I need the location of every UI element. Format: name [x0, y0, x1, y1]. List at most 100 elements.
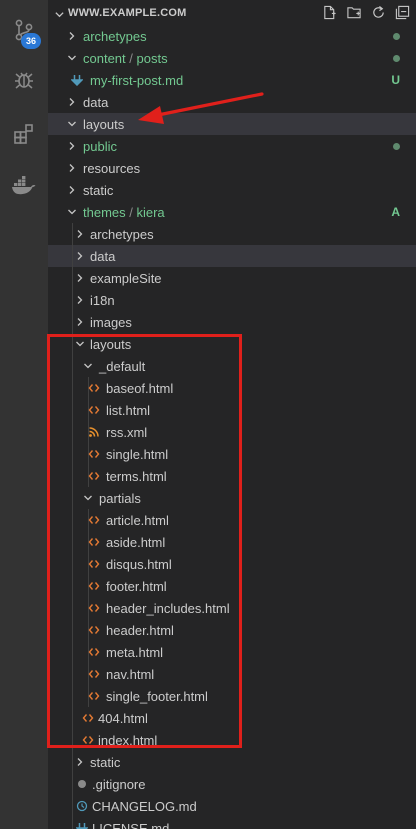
chevron-down-icon[interactable]	[74, 338, 86, 350]
folder-row[interactable]: resources	[48, 157, 416, 179]
file-row[interactable]: article.html	[48, 509, 416, 531]
folder-row[interactable]: images	[48, 311, 416, 333]
chevron-right-icon[interactable]	[66, 30, 78, 42]
folder-row[interactable]: archetypes	[48, 25, 416, 47]
folder-label: partials	[99, 491, 141, 506]
chevron-down-icon[interactable]	[54, 7, 65, 25]
indent-guide	[72, 751, 73, 773]
folder-row[interactable]: exampleSite	[48, 267, 416, 289]
folder-row[interactable]: layouts	[48, 113, 416, 135]
extensions-icon[interactable]	[0, 110, 48, 158]
indent-guide	[72, 619, 73, 641]
indent-guide	[72, 663, 73, 685]
indent-guide	[72, 641, 73, 663]
folder-row[interactable]: i18n	[48, 289, 416, 311]
new-file-icon[interactable]	[322, 5, 337, 20]
indent-guide	[72, 311, 73, 333]
chevron-right-icon[interactable]	[74, 272, 86, 284]
tree-item-name: content	[83, 51, 126, 66]
tree-item-name: aside.html	[106, 535, 166, 550]
chevron-right-icon[interactable]	[74, 294, 86, 306]
explorer-header[interactable]: WWW.EXAMPLE.COM	[48, 0, 416, 26]
html-file-icon	[88, 558, 100, 570]
folder-row[interactable]: _default	[48, 355, 416, 377]
chevron-right-icon[interactable]	[74, 250, 86, 262]
indent-guide	[72, 223, 73, 245]
indent-guide	[72, 377, 73, 399]
folder-label: layouts	[90, 337, 131, 352]
indent-guide	[72, 509, 73, 531]
file-row[interactable]: single_footer.html	[48, 685, 416, 707]
new-folder-icon[interactable]	[346, 5, 362, 20]
file-row[interactable]: my-first-post.md U	[48, 69, 416, 91]
chevron-right-icon[interactable]	[66, 162, 78, 174]
folder-row[interactable]: data	[48, 91, 416, 113]
file-row[interactable]: single.html	[48, 443, 416, 465]
indent-guide	[72, 575, 73, 597]
file-row[interactable]: list.html	[48, 399, 416, 421]
tree-item-name: static	[90, 755, 121, 770]
folder-label: static	[90, 755, 120, 770]
folder-row[interactable]: data	[48, 245, 416, 267]
chevron-right-icon[interactable]	[74, 756, 86, 768]
tree-item-name: article.html	[106, 513, 169, 528]
file-row[interactable]: rss.xml	[48, 421, 416, 443]
chevron-down-icon[interactable]	[66, 206, 78, 218]
chevron-right-icon[interactable]	[74, 228, 86, 240]
docker-icon[interactable]	[0, 162, 48, 210]
git-status-badge: A	[391, 205, 400, 219]
folder-row[interactable]: static	[48, 179, 416, 201]
folder-row[interactable]: layouts	[48, 333, 416, 355]
html-file-icon	[88, 624, 100, 636]
file-row[interactable]: meta.html	[48, 641, 416, 663]
tree-item-name: archetypes	[90, 227, 154, 242]
html-file-icon	[88, 382, 100, 394]
source-control-icon[interactable]: 36	[0, 6, 48, 54]
html-file-icon	[88, 646, 100, 658]
indent-guide	[72, 795, 73, 817]
html-file-icon	[88, 536, 100, 548]
folder-row[interactable]: archetypes	[48, 223, 416, 245]
explorer-actions	[322, 5, 410, 20]
chevron-down-icon[interactable]	[66, 52, 78, 64]
indent-guide	[72, 729, 73, 751]
file-row[interactable]: terms.html	[48, 465, 416, 487]
tree-item-name: meta.html	[106, 645, 164, 660]
file-row[interactable]: LICENSE.md	[48, 817, 416, 829]
chevron-down-icon[interactable]	[82, 360, 94, 372]
folder-row[interactable]: public	[48, 135, 416, 157]
file-row[interactable]: 404.html	[48, 707, 416, 729]
tree-item-name: exampleSite	[90, 271, 162, 286]
file-row[interactable]: header.html	[48, 619, 416, 641]
file-row[interactable]: nav.html	[48, 663, 416, 685]
tree-item-name: list.html	[106, 403, 151, 418]
file-row[interactable]: index.html	[48, 729, 416, 751]
collapse-all-icon[interactable]	[395, 5, 410, 20]
folder-row[interactable]: content / posts	[48, 47, 416, 69]
indent-guide	[72, 333, 73, 355]
chevron-right-icon[interactable]	[66, 184, 78, 196]
debug-icon[interactable]	[0, 56, 48, 104]
file-row[interactable]: header_includes.html	[48, 597, 416, 619]
file-row[interactable]: aside.html	[48, 531, 416, 553]
file-row[interactable]: baseof.html	[48, 377, 416, 399]
folder-label: data	[83, 95, 108, 110]
chevron-right-icon[interactable]	[66, 96, 78, 108]
file-row[interactable]: .gitignore	[48, 773, 416, 795]
folder-row[interactable]: themes / kiera A	[48, 201, 416, 223]
refresh-icon[interactable]	[371, 5, 386, 20]
chevron-down-icon[interactable]	[82, 492, 94, 504]
folder-row[interactable]: static	[48, 751, 416, 773]
folder-label: static	[83, 183, 113, 198]
file-label: nav.html	[106, 667, 154, 682]
file-row[interactable]: footer.html	[48, 575, 416, 597]
rss-file-icon	[88, 426, 100, 438]
tree-item-name: partials	[99, 491, 141, 506]
chevron-right-icon[interactable]	[66, 140, 78, 152]
chevron-right-icon[interactable]	[74, 316, 86, 328]
tree-item-name: LICENSE.md	[92, 821, 170, 829]
file-row[interactable]: CHANGELOG.md	[48, 795, 416, 817]
chevron-down-icon[interactable]	[66, 118, 78, 130]
folder-row[interactable]: partials	[48, 487, 416, 509]
file-row[interactable]: disqus.html	[48, 553, 416, 575]
